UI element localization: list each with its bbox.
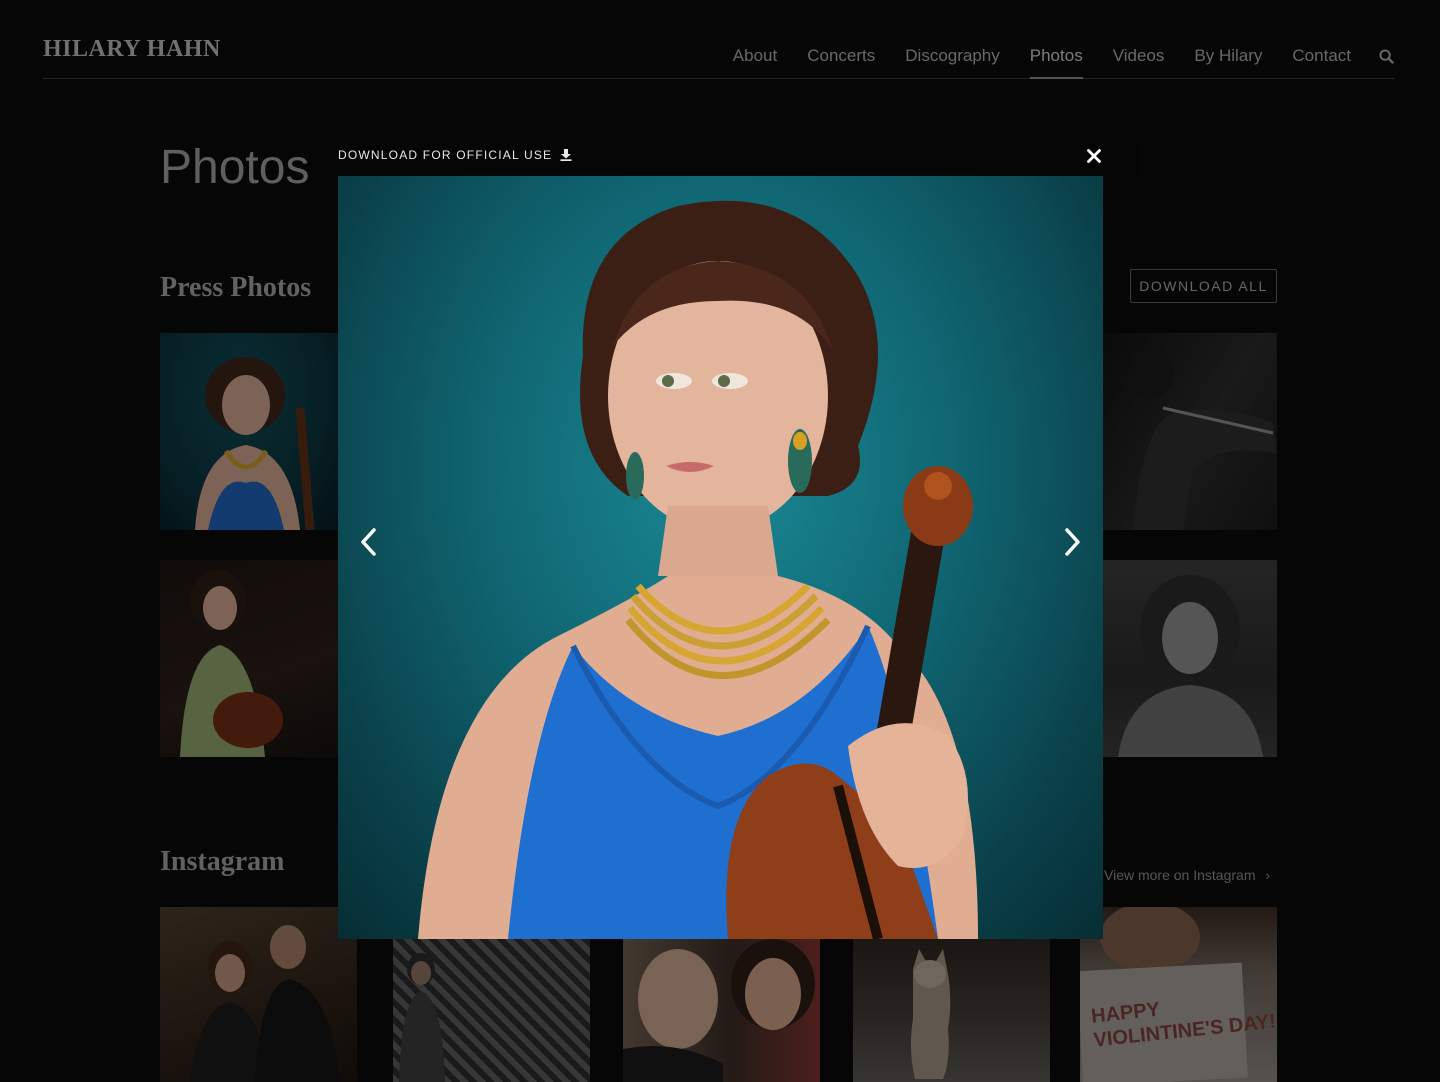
download-for-official-use-link[interactable]: DOWNLOAD FOR OFFICIAL USE	[338, 148, 572, 162]
close-icon[interactable]	[1083, 145, 1105, 167]
download-label: DOWNLOAD FOR OFFICIAL USE	[338, 148, 553, 162]
chevron-left-icon[interactable]	[353, 526, 383, 558]
lightbox-photo	[338, 176, 1103, 939]
download-icon	[560, 149, 572, 161]
chevron-right-icon[interactable]	[1058, 526, 1088, 558]
